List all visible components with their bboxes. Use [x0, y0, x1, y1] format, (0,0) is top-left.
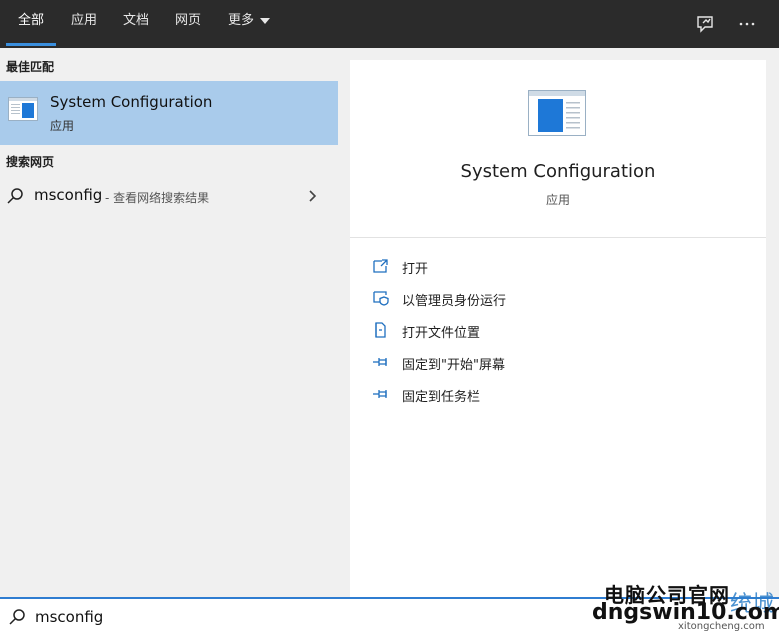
search-scope-bar: 全部 应用 文档 网页 更多 [0, 0, 779, 48]
search-icon [8, 608, 26, 626]
pin-to-taskbar-label: 固定到任务栏 [402, 390, 481, 405]
msconfig-app-large-icon [528, 90, 586, 136]
best-match-result[interactable]: System Configuration 应用 [0, 81, 338, 145]
divider [350, 237, 766, 238]
search-icon [6, 187, 24, 205]
open-file-location-action[interactable]: 打开文件位置 [372, 320, 742, 342]
open-action[interactable]: 打开 [372, 256, 742, 278]
tab-more-label: 更多 [227, 13, 254, 28]
feedback-icon[interactable] [694, 12, 718, 36]
pin-icon [372, 354, 390, 370]
open-icon [372, 258, 390, 274]
results-panel: 最佳匹配 System Configuration 应用 搜索网页 msconf… [0, 48, 338, 597]
open-file-location-label: 打开文件位置 [402, 326, 481, 341]
pin-to-taskbar-action[interactable]: 固定到任务栏 [372, 384, 742, 406]
open-label: 打开 [402, 262, 429, 277]
file-location-icon [372, 322, 390, 338]
web-search-header: 搜索网页 [6, 155, 55, 169]
tab-all[interactable]: 全部 [6, 0, 56, 48]
detail-panel: System Configuration 应用 打开 以管理员身份运行 打开文件… [350, 60, 766, 597]
search-input[interactable] [33, 604, 577, 630]
best-match-title: System Configuration [50, 93, 213, 111]
run-as-admin-label: 以管理员身份运行 [402, 294, 507, 309]
web-search-term: msconfig [34, 186, 103, 204]
best-match-header: 最佳匹配 [6, 60, 55, 74]
tab-web[interactable]: 网页 [166, 0, 210, 48]
chevron-down-icon [260, 17, 270, 24]
run-as-admin-action[interactable]: 以管理员身份运行 [372, 288, 742, 310]
tab-apps[interactable]: 应用 [62, 0, 106, 48]
chevron-right-icon[interactable] [306, 188, 320, 204]
more-options-icon[interactable] [735, 12, 759, 36]
pin-icon [372, 386, 390, 402]
best-match-type: 应用 [50, 119, 75, 133]
msconfig-app-icon [8, 97, 38, 121]
detail-title: System Configuration [460, 161, 656, 182]
tab-more[interactable]: 更多 [220, 0, 278, 48]
pin-to-start-action[interactable]: 固定到"开始"屏幕 [372, 352, 742, 374]
web-search-result[interactable]: msconfig - 查看网络搜索结果 [0, 178, 338, 214]
pin-to-start-label: 固定到"开始"屏幕 [402, 358, 505, 373]
tab-documents[interactable]: 文档 [114, 0, 158, 48]
web-search-hint: - 查看网络搜索结果 [105, 191, 210, 205]
run-as-admin-icon [372, 290, 390, 306]
search-box[interactable] [0, 597, 779, 634]
detail-type: 应用 [545, 193, 570, 207]
